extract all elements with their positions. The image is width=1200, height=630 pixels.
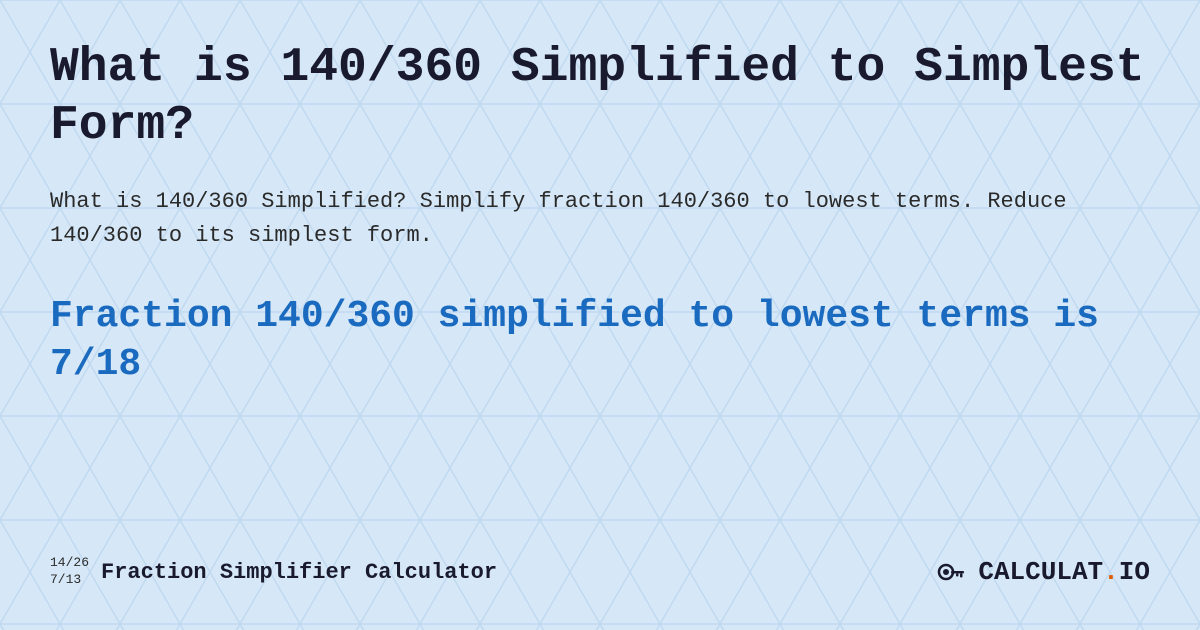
result-text: Fraction 140/360 simplified to lowest te…: [50, 293, 1150, 388]
fraction-stack: 14/26 7/13: [50, 555, 89, 589]
logo-area: CALCULAT.IO: [934, 554, 1150, 590]
logo-icon: [934, 554, 970, 590]
fraction-bottom: 7/13: [50, 572, 89, 589]
fraction-top: 14/26: [50, 555, 89, 572]
logo-text: CALCULAT.IO: [978, 557, 1150, 587]
page-title: What is 140/360 Simplified to Simplest F…: [50, 40, 1150, 155]
description-text: What is 140/360 Simplified? Simplify fra…: [50, 185, 1150, 253]
logo-dot: .: [1103, 557, 1119, 587]
brand-name: Fraction Simplifier Calculator: [101, 560, 497, 585]
